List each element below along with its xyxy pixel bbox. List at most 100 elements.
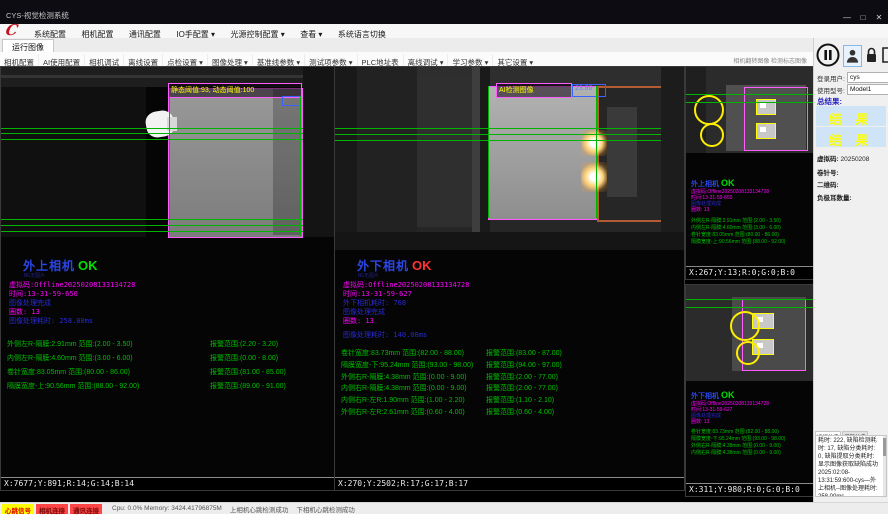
measure-value: 外侧左R-隔膜:2.91mm 范围:(2.00 - 3.50)	[7, 341, 133, 348]
value-label: 23.80	[572, 84, 606, 97]
defect-circle	[730, 311, 760, 341]
login-user-label: 登录用户:	[817, 73, 845, 83]
qrcode-field: 二维码:	[817, 179, 887, 189]
field-label: 虚拟码:	[817, 156, 839, 163]
measurement-row: 外侧右R-左R:2.61mm 范围:(0.60 - 4.00)报警范围:(0.6…	[341, 407, 682, 417]
baseline-line	[335, 128, 684, 129]
baseline-line	[1, 133, 334, 134]
measure-value: 内侧左R-隔膜:4.60mm 范围:(3.00 - 6.00)	[7, 355, 133, 362]
ng-note: NG无图片	[358, 272, 379, 279]
camera-link-badge: 相机连接	[36, 504, 68, 514]
measure-value: 外侧右R-隔膜:4.38mm 范围:(0.00 - 9.00)	[341, 374, 467, 381]
heartbeat-badge: 心跳信号	[2, 504, 34, 514]
side-panel: 登录用户: 使用型号: 总结果: 结 果 结 果 虚拟码: 20250208 卷…	[813, 38, 888, 502]
defect-circle	[736, 341, 760, 365]
virtual-code-field: 虚拟码: 20250208	[817, 153, 887, 163]
user-button[interactable]	[843, 45, 862, 67]
measurement-row: 隔膜宽度-下:95.24mm 范围:(93.00 - 98.00) 报警范围:(9…	[341, 360, 682, 370]
pixel-coords-bar: X:311;Y:980;R:0;G:0;B:0	[686, 483, 813, 497]
log-scrollbar-thumb[interactable]	[883, 438, 886, 456]
measurement-row: 内侧右R-隔膜:4.38mm 范围:(0.00 - 9.00) 报警范围:(2.0…	[341, 383, 682, 393]
detect-rect	[756, 123, 776, 139]
comm-link-badge: 通讯连接	[70, 504, 102, 514]
baseline-line	[1, 139, 334, 140]
app-logo-icon: C	[4, 21, 20, 39]
field-value: 20250208	[840, 156, 869, 163]
scene-bright-line	[472, 67, 480, 232]
alarm-range: 报警范围:(83.00 - 87.00)	[486, 348, 562, 358]
baseline-line	[335, 140, 684, 141]
close-button[interactable]: ✕	[872, 13, 886, 22]
log-text: 耗时: 222, 缺陷检测耗时: 17, 缺陷分类耗时: 0, 缺陷提取分类耗时…	[815, 435, 887, 497]
scene-col-light	[417, 77, 472, 227]
camera-viewport-upper[interactable]: 静态阈值:93, 动态阈值:100 外上相机OK NG无图片 虚拟码:Offli…	[0, 66, 335, 491]
baseline-line	[1, 219, 334, 220]
measure-line: 外侧左R-隔膜:2.91mm 范围:(2.00 - 3.50)	[691, 217, 811, 224]
measure-line: 外侧右R-隔膜:4.38mm 范围:(0.00 - 9.00)	[691, 442, 811, 449]
baseline-line	[335, 134, 684, 135]
edge-line	[596, 86, 597, 218]
measure-value: 隔膜宽度-下:95.24mm 范围:(93.00 - 98.00)	[341, 362, 473, 369]
camera-viewport-lower[interactable]: AI检测图像 23.80 外下相机OK NG无图片 虚拟码:Offline202…	[334, 66, 685, 491]
defect-circle	[694, 95, 724, 125]
upper-camera-heartbeat-msg: 上相机心跳检测成功	[230, 504, 289, 514]
alarm-range: 报警范围:(2.00 - 77.00)	[486, 383, 558, 393]
scene-bottom-band	[335, 232, 684, 250]
tab-flare	[581, 162, 607, 192]
camera-name: 外下相机	[357, 259, 409, 273]
alarm-range: 报警范围:(94.00 - 97.00)	[486, 360, 562, 370]
scene-right-dark	[303, 67, 334, 237]
camera-name: 外上相机	[691, 181, 719, 188]
logout-icon	[881, 45, 888, 65]
field-label: 负极耳数量:	[817, 195, 852, 202]
result-ok-text: OK	[721, 390, 735, 400]
measurement-row: 外侧右R-隔膜:4.38mm 范围:(0.00 - 9.00)报警范围:(2.0…	[341, 372, 682, 382]
lock-icon	[864, 45, 879, 65]
ai-image-label: AI检测图像	[496, 83, 572, 98]
process-elapsed: 图像处理耗时: 258.00ms	[9, 316, 93, 326]
needle-no-field: 卷针号:	[817, 167, 887, 177]
measure-line: 隔膜宽度-上:90.56mm 范围:(88.00 - 92.00)	[691, 238, 811, 245]
camera-name: 外上相机	[23, 259, 75, 273]
baseline-line	[686, 102, 813, 103]
measure-line: 卷针宽度:83.73mm 范围:(82.00 - 88.00)	[691, 428, 811, 435]
camera-viewport-small-top[interactable]: 外上相机OK 虚拟码:Offline20250208133134728 时间:1…	[685, 66, 814, 280]
measurement-row: 内侧左R-隔膜:4.60mm 范围:(3.00 - 6.00)报警范围:(0.0…	[7, 353, 332, 363]
measure-value: 隔膜宽度-上:90.56mm 范围:(88.00 - 92.00)	[7, 383, 139, 390]
log-panel: 运行信息报警信息通讯信息 耗时: 222, 缺陷检测耗时: 17, 缺陷分类耗时…	[815, 426, 887, 497]
loop-count: 圈数: 13	[691, 418, 811, 425]
maximize-button[interactable]: □	[856, 13, 870, 22]
login-user-field[interactable]	[847, 72, 888, 83]
camera-name: 外下相机	[691, 393, 719, 400]
defect-circle	[700, 123, 724, 147]
scene-right-dark	[661, 67, 684, 232]
pause-button[interactable]	[816, 43, 840, 67]
baseline-line	[686, 307, 813, 308]
camera-viewport-small-bottom[interactable]: 外下相机OK 虚拟码:Offline20250208133134728 时间:1…	[685, 284, 814, 497]
edge-line	[300, 96, 301, 236]
minimize-button[interactable]: —	[840, 13, 854, 22]
logout-button[interactable]	[881, 45, 888, 65]
app-window: CYS-视觉检测系统 — □ ✕ C 系统配置 相机配置 通讯配置 IO手配置 …	[0, 0, 888, 522]
roi-blue-box	[282, 96, 301, 106]
pause-icon	[816, 43, 840, 67]
baseline-line	[1, 225, 334, 226]
measure-line: 隔膜宽度-下:95.24mm 范围:(93.00 - 98.00)	[691, 435, 811, 442]
model-field[interactable]	[847, 84, 888, 95]
menu-bar: C 系统配置 相机配置 通讯配置 IO手配置 ▾ 光源控制配置 ▾ 查看 ▾ 系…	[0, 24, 888, 39]
tab-strip: 运行图像	[0, 38, 813, 53]
result-box-upper: 结 果	[816, 106, 886, 126]
measure-value: 内侧右R-隔膜:4.38mm 范围:(0.00 - 9.00)	[341, 385, 467, 392]
result-ok-text: OK	[412, 258, 432, 273]
user-icon	[845, 47, 860, 65]
baseline-line	[1, 128, 334, 129]
log-scrollbar[interactable]	[883, 436, 886, 496]
measurement-row: 外侧左R-隔膜:2.91mm 范围:(2.00 - 3.50)报警范围:(2.2…	[7, 339, 332, 349]
highlight-dot	[760, 127, 766, 132]
measurement-row: 卷针宽度:83.73mm 范围:(82.00 - 88.00)报警范围:(83.…	[341, 348, 682, 358]
measurement-row: 卷针宽度:83.05mm 范围:(80.00 - 86.00)报警范围:(81.…	[7, 367, 332, 377]
measurement-row: 内侧右R-左R:1.90mm 范围:(1.00 - 2.20)报警范围:(1.1…	[341, 395, 682, 405]
measure-value: 卷针宽度:83.05mm 范围:(80.00 - 86.00)	[7, 369, 130, 376]
lock-button[interactable]	[864, 45, 879, 65]
roi-inner-shape	[607, 107, 637, 197]
